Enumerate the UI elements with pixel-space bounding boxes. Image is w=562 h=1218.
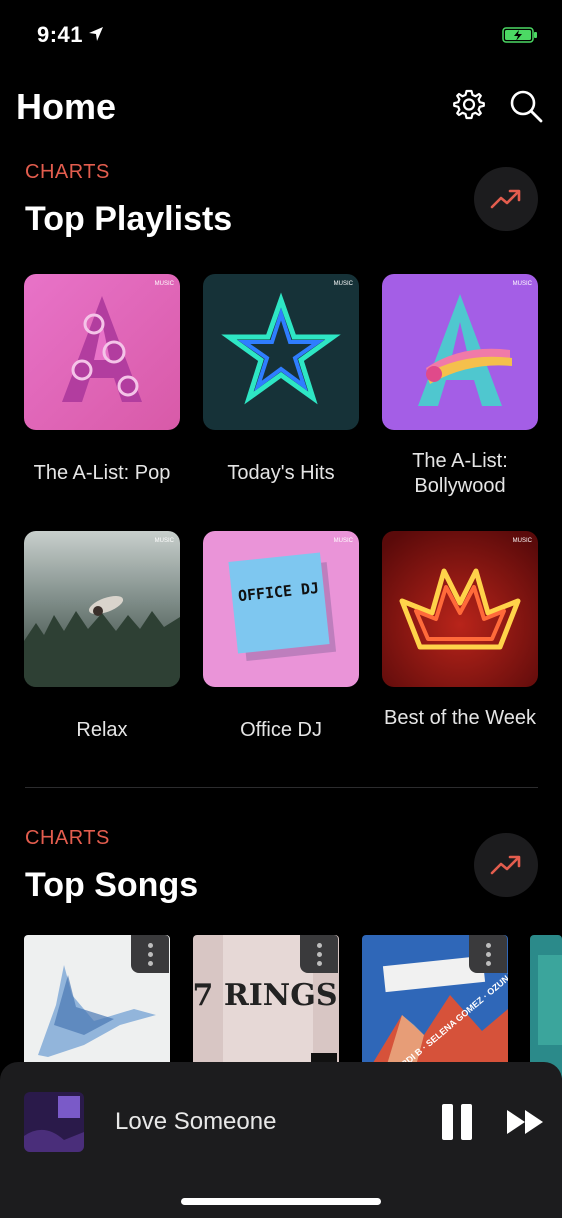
- playlist-label: Today's Hits: [227, 462, 335, 484]
- apple-music-badge: MUSIC: [334, 281, 354, 287]
- now-playing-title[interactable]: Love Someone: [115, 1108, 276, 1136]
- apple-music-badge: MUSIC: [513, 281, 533, 287]
- section-title[interactable]: Top Songs: [25, 866, 198, 905]
- more-icon-dot: [485, 960, 491, 966]
- more-button[interactable]: [131, 935, 169, 973]
- more-icon-dot: [316, 951, 322, 957]
- now-playing-art[interactable]: [24, 1092, 84, 1152]
- section-title[interactable]: Top Playlists: [25, 200, 232, 239]
- song-art[interactable]: [530, 935, 562, 1081]
- more-button[interactable]: [300, 935, 338, 973]
- more-icon-dot: [147, 951, 153, 957]
- apple-music-badge: MUSIC: [155, 281, 175, 287]
- pause-icon[interactable]: [440, 1102, 474, 1142]
- section-divider: [25, 787, 538, 788]
- trending-icon: [490, 189, 521, 209]
- song-art-text: 7 RINGS: [193, 978, 338, 1013]
- mini-player[interactable]: Love Someone: [0, 1062, 562, 1218]
- more-icon: [147, 942, 153, 948]
- section-kicker: CHARTS: [25, 161, 110, 183]
- gear-icon[interactable]: [452, 88, 486, 122]
- trending-button[interactable]: [474, 167, 538, 231]
- playlist-label: Relax: [76, 719, 128, 741]
- playlist-label: Best of the Week: [384, 707, 536, 729]
- location-arrow-icon: [89, 27, 103, 41]
- apple-music-badge: MUSIC: [334, 538, 354, 544]
- apple-music-badge: MUSIC: [513, 538, 533, 544]
- playlist-label: The A-List: Pop: [33, 462, 171, 484]
- fast-forward-icon[interactable]: [505, 1108, 545, 1136]
- status-bar: 9:41: [0, 0, 562, 70]
- more-icon-dot: [316, 960, 322, 966]
- more-icon-dot: [485, 951, 491, 957]
- battery-icon: [502, 27, 537, 43]
- more-icon: [485, 942, 491, 948]
- playlist-tile-a-list-bollywood[interactable]: MUSIC: [382, 274, 538, 430]
- more-button[interactable]: [469, 935, 507, 973]
- playlist-label: Office DJ: [240, 719, 322, 741]
- playlist-label: The A-List: Bollywood: [412, 450, 508, 497]
- home-indicator[interactable]: [181, 1198, 381, 1205]
- playlist-tile-todays-hits[interactable]: MUSIC: [203, 274, 359, 430]
- playlist-tile-a-list-pop[interactable]: MUSIC: [24, 274, 180, 430]
- section-kicker: CHARTS: [25, 827, 110, 849]
- trending-icon: [490, 855, 521, 875]
- apple-music-badge: MUSIC: [155, 538, 175, 544]
- more-icon: [316, 942, 322, 948]
- playlist-tile-office-dj[interactable]: OFFICE DJ MUSIC: [203, 531, 359, 687]
- playlist-tile-relax[interactable]: MUSIC: [24, 531, 180, 687]
- page-title: Home: [16, 86, 117, 127]
- header: Home: [0, 80, 562, 140]
- search-icon[interactable]: [508, 88, 544, 124]
- more-icon-dot: [147, 960, 153, 966]
- trending-button[interactable]: [474, 833, 538, 897]
- status-time: 9:41: [37, 22, 84, 47]
- playlist-tile-best-of-the-week[interactable]: MUSIC: [382, 531, 538, 687]
